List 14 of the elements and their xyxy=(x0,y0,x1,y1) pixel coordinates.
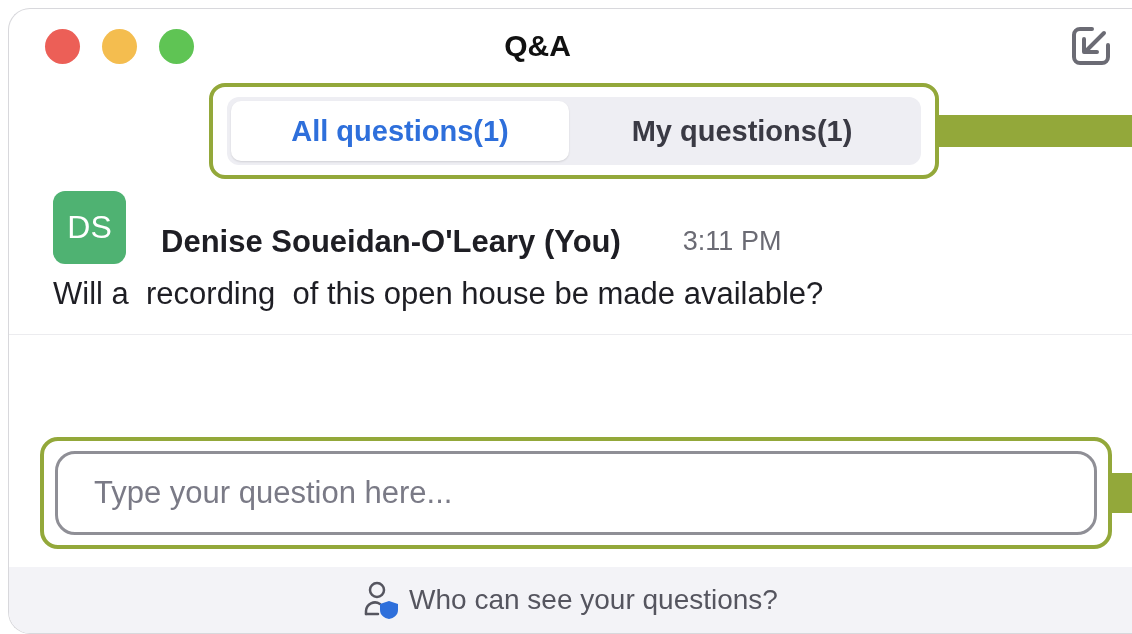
minimize-button[interactable] xyxy=(102,28,137,64)
close-button[interactable] xyxy=(45,28,80,64)
author-name: Denise Soueidan-O'Leary (You) xyxy=(161,223,621,260)
avatar: DS xyxy=(53,191,126,264)
message-time: 3:11 PM xyxy=(682,226,782,257)
user-shield-icon xyxy=(363,581,400,619)
pop-in-icon[interactable] xyxy=(1070,25,1112,67)
question-input[interactable]: Type your question here... xyxy=(55,451,1097,535)
window-title: Q&A xyxy=(503,29,572,63)
question-text: Will a recording of this open house be made available? xyxy=(53,276,825,312)
tab[interactable]: My questions(1) xyxy=(569,101,915,161)
tab[interactable]: All questions(1) xyxy=(231,101,569,161)
maximize-button[interactable] xyxy=(159,28,194,64)
privacy-link[interactable]: Who can see your questions? xyxy=(409,584,778,616)
